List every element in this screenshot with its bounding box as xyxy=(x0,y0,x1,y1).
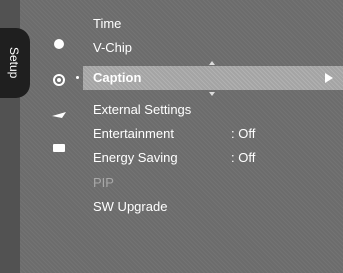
scroll-up-icon[interactable] xyxy=(209,61,215,65)
menu-item-energy-saving-label: Energy Saving xyxy=(93,150,178,165)
menu-item-external-settings-label: External Settings xyxy=(93,102,192,117)
selection-bullet-icon xyxy=(76,76,79,79)
menu-item-time[interactable]: Time xyxy=(93,15,121,33)
menu-item-vchip-label: V-Chip xyxy=(93,40,133,55)
menu-item-caption-label: Caption xyxy=(93,70,142,85)
setup-menu-list: Time V-Chip Caption External Settings En… xyxy=(0,0,343,273)
menu-item-sw-upgrade[interactable]: SW Upgrade xyxy=(93,198,167,216)
menu-item-pip: PIP xyxy=(93,174,114,192)
menu-item-energy-saving-value: : Off xyxy=(231,150,256,165)
menu-item-external-settings[interactable]: External Settings xyxy=(93,101,191,119)
menu-item-entertainment[interactable]: Entertainment : Off xyxy=(93,125,255,143)
submenu-arrow-icon xyxy=(325,73,333,83)
menu-item-vchip[interactable]: V-Chip xyxy=(93,39,132,57)
menu-item-energy-saving[interactable]: Energy Saving : Off xyxy=(93,149,255,167)
menu-item-caption-highlight[interactable]: Caption xyxy=(83,66,343,90)
menu-item-entertainment-label: Entertainment xyxy=(93,126,174,141)
menu-item-pip-label: PIP xyxy=(93,175,114,190)
menu-item-time-label: Time xyxy=(93,16,122,31)
scroll-down-icon[interactable] xyxy=(209,92,215,96)
menu-item-entertainment-value: : Off xyxy=(231,126,256,141)
menu-item-sw-upgrade-label: SW Upgrade xyxy=(93,199,168,214)
tv-setup-menu: Setup Time V-Chip Caption External Setti… xyxy=(0,0,343,273)
